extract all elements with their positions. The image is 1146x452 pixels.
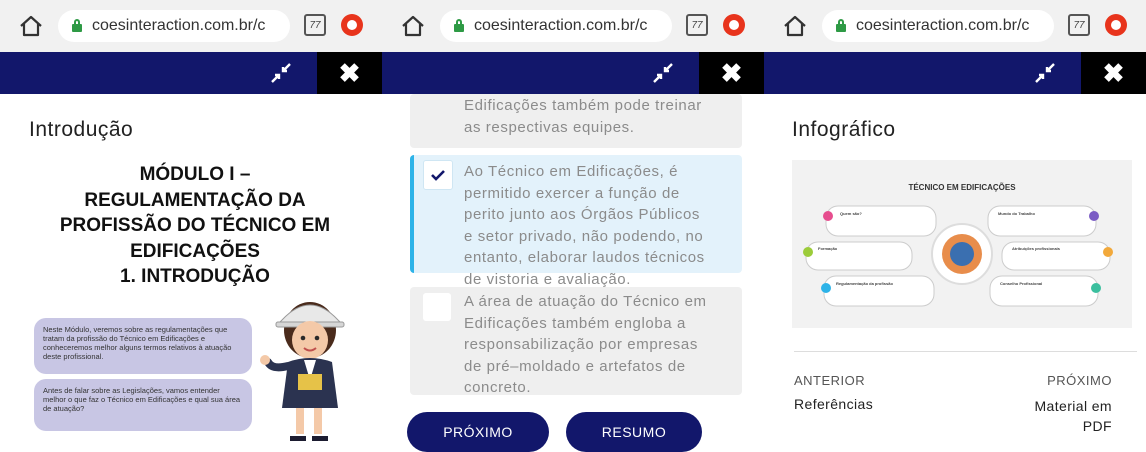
- url-text: coesinteraction.com.br/c: [92, 17, 266, 34]
- option-line: responsabilização por empresas: [464, 336, 698, 354]
- close-icon: ✖: [1102, 57, 1125, 88]
- infographic-label: Quem são?: [840, 211, 862, 216]
- lock-icon: [454, 19, 464, 32]
- option-line: concreto.: [464, 379, 532, 397]
- course-navbar: ✖: [0, 52, 382, 94]
- option-line: entanto, elaborar laudos técnicos: [464, 249, 705, 267]
- prev-link[interactable]: Referências: [794, 396, 873, 412]
- option-line: perito junto aos Órgãos Públicos: [464, 206, 700, 224]
- module-title-line: 1. INTRODUÇÃO: [120, 266, 270, 287]
- infographic-label: Atribuições profissionais: [1012, 246, 1061, 251]
- lock-icon: [836, 19, 846, 32]
- home-icon[interactable]: [18, 13, 44, 39]
- tab-switcher-button[interactable]: 77: [304, 14, 326, 36]
- course-navbar: ✖: [382, 52, 764, 94]
- module-title: MÓDULO I – REGULAMENTAÇÃO DA PROFISSÃO D…: [20, 162, 370, 290]
- module-title-line: PROFISSÃO DO TÉCNICO EM: [59, 215, 331, 236]
- prev-label: ANTERIOR: [794, 373, 866, 388]
- speech-bubble: Neste Módulo, veremos sobre as regulamen…: [34, 318, 252, 374]
- engineer-character-illustration: [260, 302, 345, 441]
- close-icon: ✖: [338, 57, 361, 88]
- quiz-option-text: A área de atuação do Técnico em Edificaç…: [464, 291, 707, 399]
- close-button[interactable]: ✖: [699, 52, 764, 94]
- infographic-image[interactable]: TÉCNICO EM EDIFICAÇÕES Quem são? Formaçã…: [792, 160, 1132, 328]
- home-icon[interactable]: [782, 13, 808, 39]
- module-title-line: EDIFICAÇÕES: [130, 240, 260, 262]
- infographic-label: Conselho Profissional: [1000, 281, 1042, 286]
- close-button[interactable]: ✖: [317, 52, 382, 94]
- collapse-icon[interactable]: [650, 60, 676, 86]
- option-line: Ao Técnico em Edificações, é: [464, 163, 679, 180]
- tab-switcher-button[interactable]: 77: [1068, 14, 1090, 36]
- address-bar[interactable]: coesinteraction.com.br/c: [440, 10, 672, 42]
- infographic-title: TÉCNICO EM EDIFICAÇÕES: [908, 183, 1016, 192]
- option-line: A área de atuação do Técnico em: [464, 293, 707, 310]
- option-line: Edificações também pode treinar: [464, 97, 702, 114]
- browser-menu-icon[interactable]: [1105, 14, 1127, 36]
- next-button[interactable]: PRÓXIMO: [407, 412, 549, 452]
- infographic-label: Regulamentação da profissão: [836, 281, 893, 286]
- close-button[interactable]: ✖: [1081, 52, 1146, 94]
- collapse-icon[interactable]: [1032, 60, 1058, 86]
- checkbox-unchecked[interactable]: [423, 293, 451, 321]
- infographic-label: Formação: [818, 246, 838, 251]
- home-icon[interactable]: [400, 13, 426, 39]
- page-title: Infográfico: [792, 118, 896, 141]
- next-link-line: Material em: [1034, 398, 1112, 414]
- infographic-label: Mundo do Trabalho: [998, 211, 1035, 216]
- close-icon: ✖: [720, 57, 743, 88]
- option-line: Edificações também engloba a: [464, 314, 686, 332]
- module-title-line: REGULAMENTAÇÃO DA: [84, 189, 306, 211]
- url-text: coesinteraction.com.br/c: [856, 17, 1030, 34]
- next-link[interactable]: Material em PDF: [1034, 396, 1112, 436]
- browser-menu-icon[interactable]: [341, 14, 363, 36]
- browser-menu-icon[interactable]: [723, 14, 745, 36]
- course-navbar: ✖: [764, 52, 1146, 94]
- next-label: PRÓXIMO: [1047, 373, 1112, 388]
- browser-toolbar: coesinteraction.com.br/c 77: [382, 0, 764, 52]
- url-text: coesinteraction.com.br/c: [474, 17, 648, 34]
- option-line: as respectivas equipes.: [464, 118, 635, 136]
- check-icon: [431, 170, 445, 181]
- module-title-line: MÓDULO I –: [139, 164, 251, 185]
- browser-toolbar: coesinteraction.com.br/c 77: [0, 0, 382, 52]
- option-line: e setor privado, não podendo, no: [464, 227, 704, 245]
- checkbox-checked[interactable]: [423, 160, 453, 190]
- option-line: permitido exercer a função de: [464, 184, 680, 202]
- screen-introducao: coesinteraction.com.br/c 77 ✖ Introdução…: [0, 0, 382, 443]
- address-bar[interactable]: coesinteraction.com.br/c: [58, 10, 290, 42]
- summary-button[interactable]: RESUMO: [566, 412, 702, 452]
- quiz-option-text: Edificações também pode treinar as respe…: [464, 95, 702, 138]
- quiz-option-text: Ao Técnico em Edificações, é permitido e…: [464, 161, 705, 291]
- option-line: de pré–moldado e artefatos de: [464, 357, 686, 375]
- browser-toolbar: coesinteraction.com.br/c 77: [764, 0, 1146, 52]
- page-title: Introdução: [29, 118, 134, 141]
- tab-switcher-button[interactable]: 77: [686, 14, 708, 36]
- collapse-icon[interactable]: [268, 60, 294, 86]
- speech-bubble: Antes de falar sobre as Legislações, vam…: [34, 379, 252, 431]
- divider: [794, 351, 1137, 352]
- lock-icon: [72, 19, 82, 32]
- next-link-line: PDF: [1082, 418, 1112, 434]
- address-bar[interactable]: coesinteraction.com.br/c: [822, 10, 1054, 42]
